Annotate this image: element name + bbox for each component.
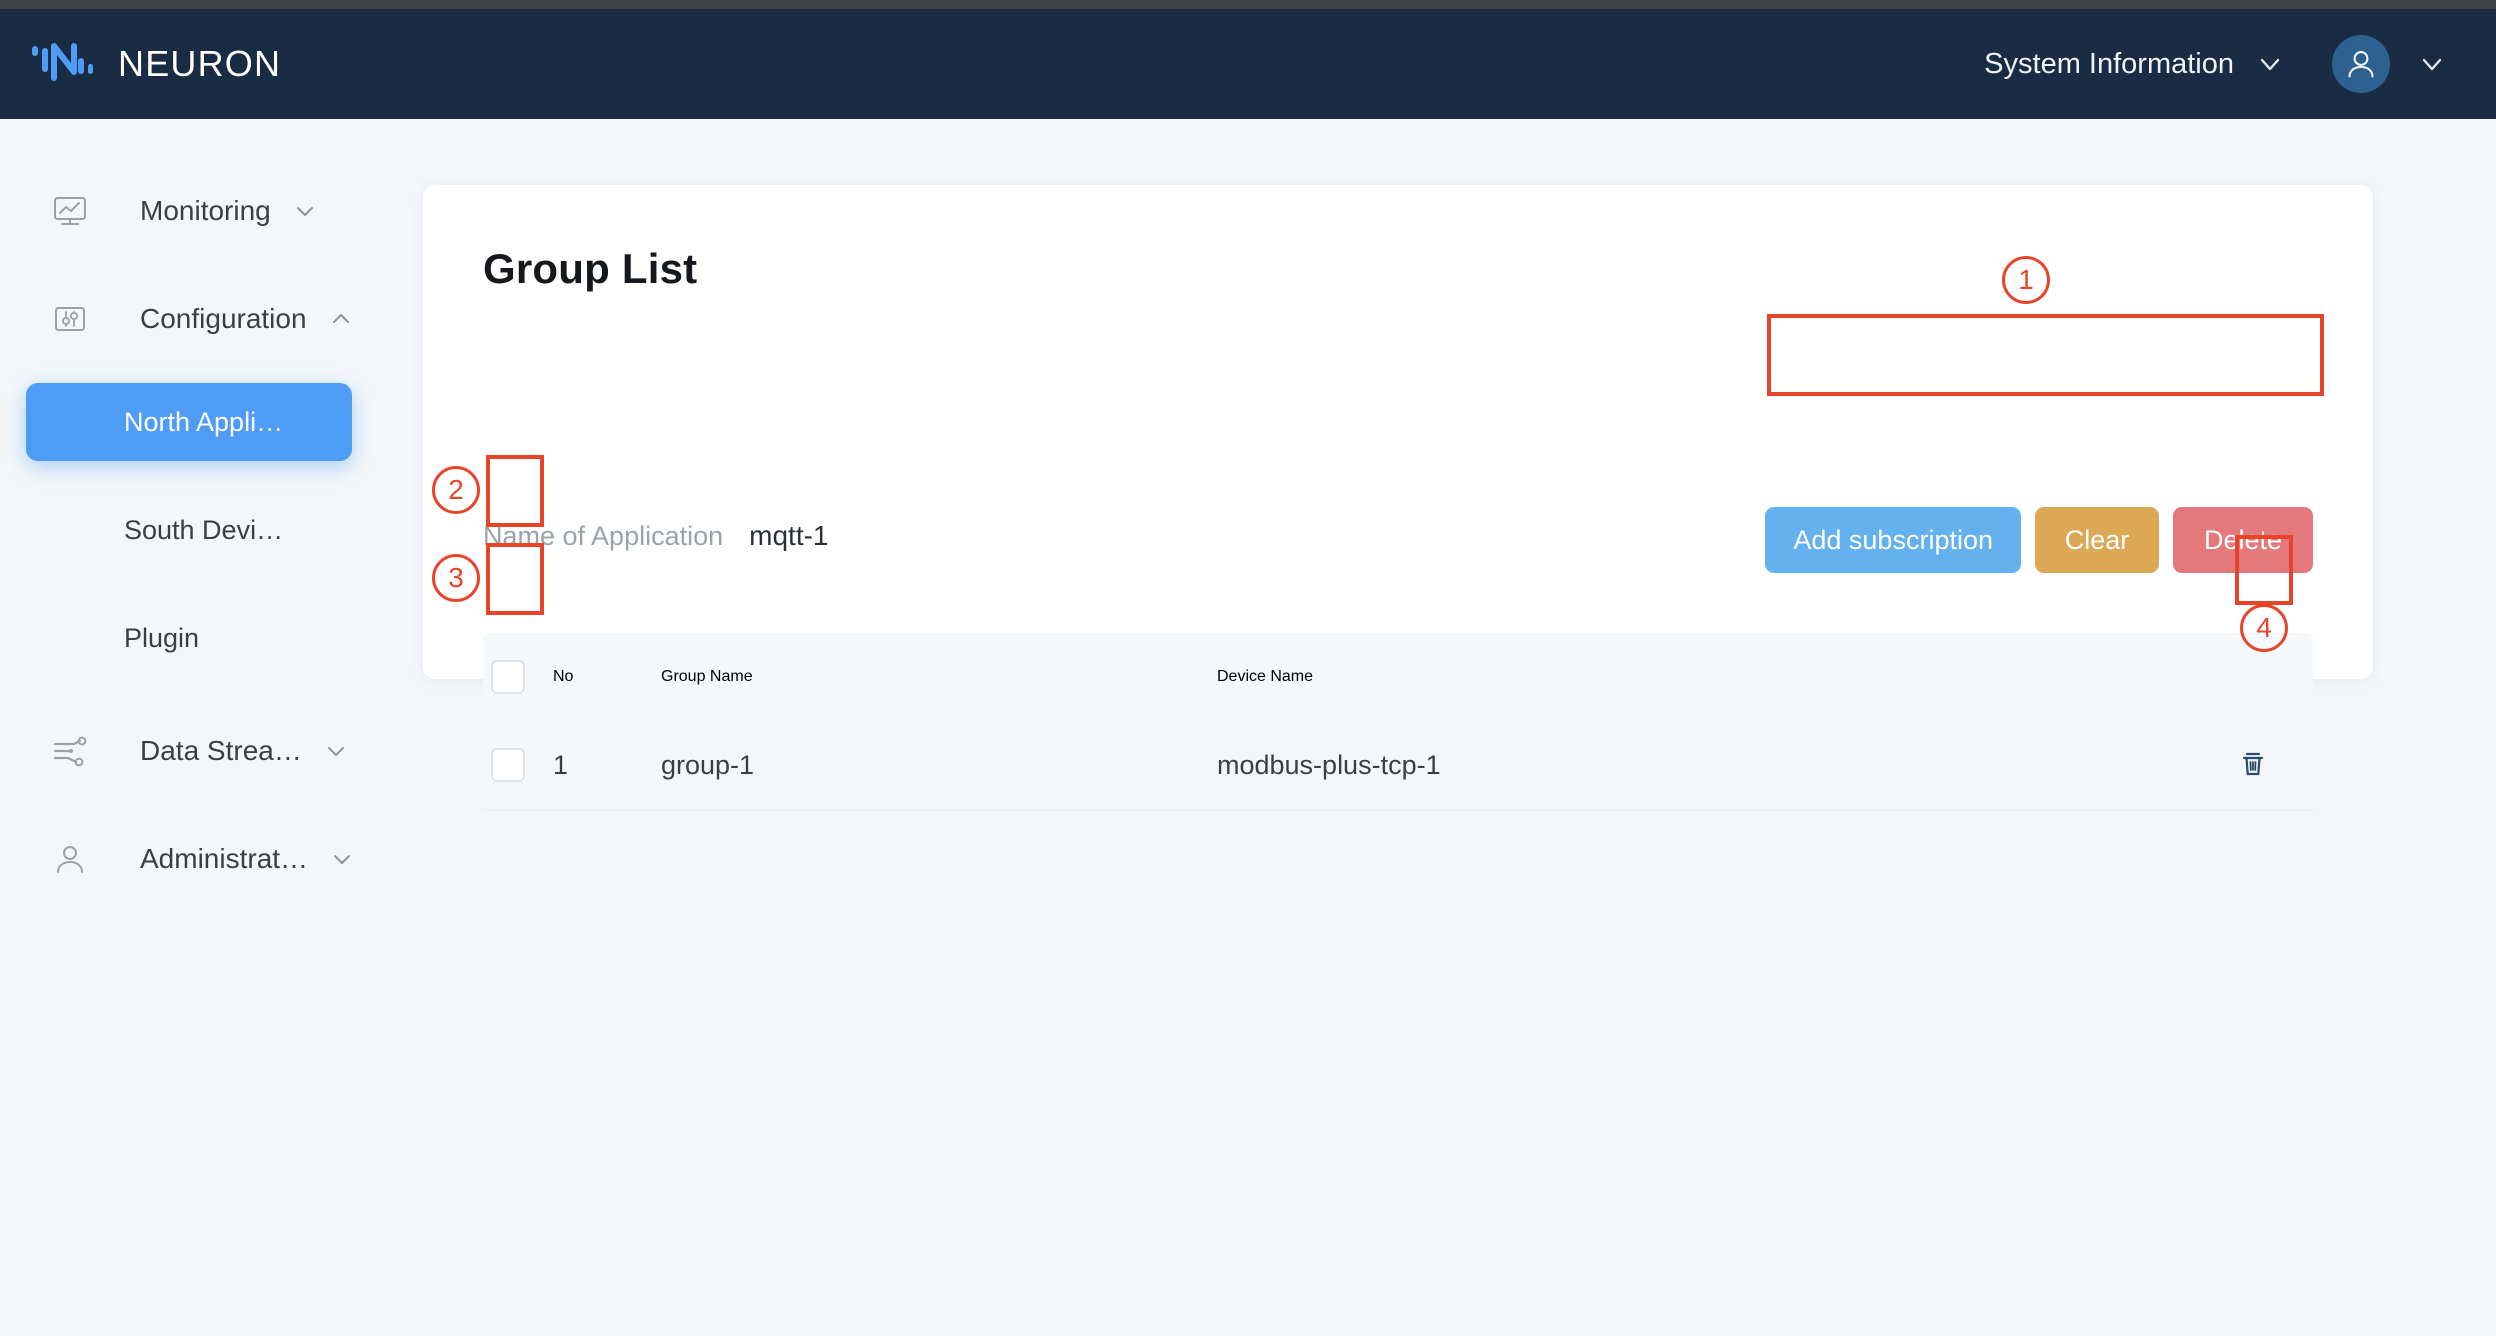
- chevron-down-icon: [2418, 50, 2446, 78]
- sliders-icon: [48, 297, 92, 341]
- data-stream-icon: [48, 729, 92, 773]
- page-title: Group List: [483, 245, 698, 292]
- neuron-logo-icon: [30, 38, 96, 90]
- column-header-group-name: Group Name: [661, 668, 753, 685]
- table-header-row: No Group Name Device Name: [483, 633, 2313, 721]
- chevron-down-icon: [324, 739, 348, 763]
- brand-name: NEURON: [118, 43, 282, 84]
- sidebar: Monitoring Configuration North Appli… So…: [0, 119, 400, 1336]
- application-meta: Name of Application mqtt-1: [483, 520, 829, 552]
- table-row: 1 group-1 modbus-plus-tcp-1: [483, 721, 2313, 811]
- sidebar-subitem-label: North Appli…: [124, 406, 284, 437]
- user-admin-icon: [48, 837, 92, 881]
- row-delete-button[interactable]: [2231, 743, 2275, 787]
- row-checkbox[interactable]: [491, 748, 525, 782]
- sidebar-item-label: Administrat…: [140, 843, 309, 874]
- chevron-down-icon: [2256, 50, 2284, 78]
- cell-no: 1: [553, 749, 569, 780]
- system-information-menu[interactable]: System Information: [1984, 48, 2284, 81]
- sidebar-item-north-applications[interactable]: North Appli…: [26, 383, 352, 461]
- chevron-up-icon: [329, 307, 353, 331]
- group-list-card: Group List Name of Application mqtt-1 Ad…: [423, 185, 2373, 811]
- sidebar-item-label: Configuration: [140, 303, 307, 334]
- user-menu[interactable]: [2332, 35, 2446, 93]
- cell-group-name: group-1: [661, 749, 755, 780]
- select-all-checkbox[interactable]: [491, 660, 525, 694]
- sidebar-item-configuration[interactable]: Configuration: [0, 291, 400, 347]
- sidebar-item-plugin[interactable]: Plugin: [0, 599, 400, 677]
- column-header-no: No: [553, 668, 574, 685]
- cell-actions: [2193, 743, 2313, 787]
- application-name-value: mqtt-1: [749, 520, 829, 551]
- clear-button[interactable]: Clear: [2035, 507, 2159, 573]
- sidebar-item-monitoring[interactable]: Monitoring: [0, 183, 400, 239]
- sidebar-item-administration[interactable]: Administrat…: [0, 831, 400, 887]
- sidebar-item-label: Data Strea…: [140, 735, 302, 766]
- action-button-group: Add subscription Clear Delete: [1765, 507, 2313, 573]
- system-information-label: System Information: [1984, 47, 2234, 80]
- delete-button[interactable]: Delete: [2173, 507, 2313, 573]
- chevron-down-icon: [293, 199, 317, 223]
- window-chrome-strip: [0, 0, 2496, 9]
- app-header: NEURON System Information: [0, 9, 2496, 119]
- application-name-label: Name of Application: [483, 521, 724, 551]
- sidebar-subitem-label: Plugin: [124, 622, 200, 653]
- sidebar-item-label: Monitoring: [140, 195, 271, 226]
- chevron-down-icon: [330, 847, 354, 871]
- header-right-cluster: System Information: [1984, 35, 2446, 93]
- brand: NEURON: [30, 38, 281, 90]
- sidebar-item-data-stream[interactable]: Data Strea…: [0, 723, 400, 779]
- sidebar-item-south-devices[interactable]: South Devi…: [0, 491, 400, 569]
- row-select-cell: [483, 748, 553, 782]
- sidebar-subitem-label: South Devi…: [124, 514, 284, 545]
- cell-device-name: modbus-plus-tcp-1: [1217, 749, 1441, 780]
- monitor-chart-icon: [48, 189, 92, 233]
- user-avatar-icon: [2332, 35, 2390, 93]
- trash-icon: [2236, 747, 2270, 784]
- column-header-device-name: Device Name: [1217, 668, 1314, 685]
- add-subscription-button[interactable]: Add subscription: [1765, 507, 2021, 573]
- select-all-cell: [483, 660, 553, 694]
